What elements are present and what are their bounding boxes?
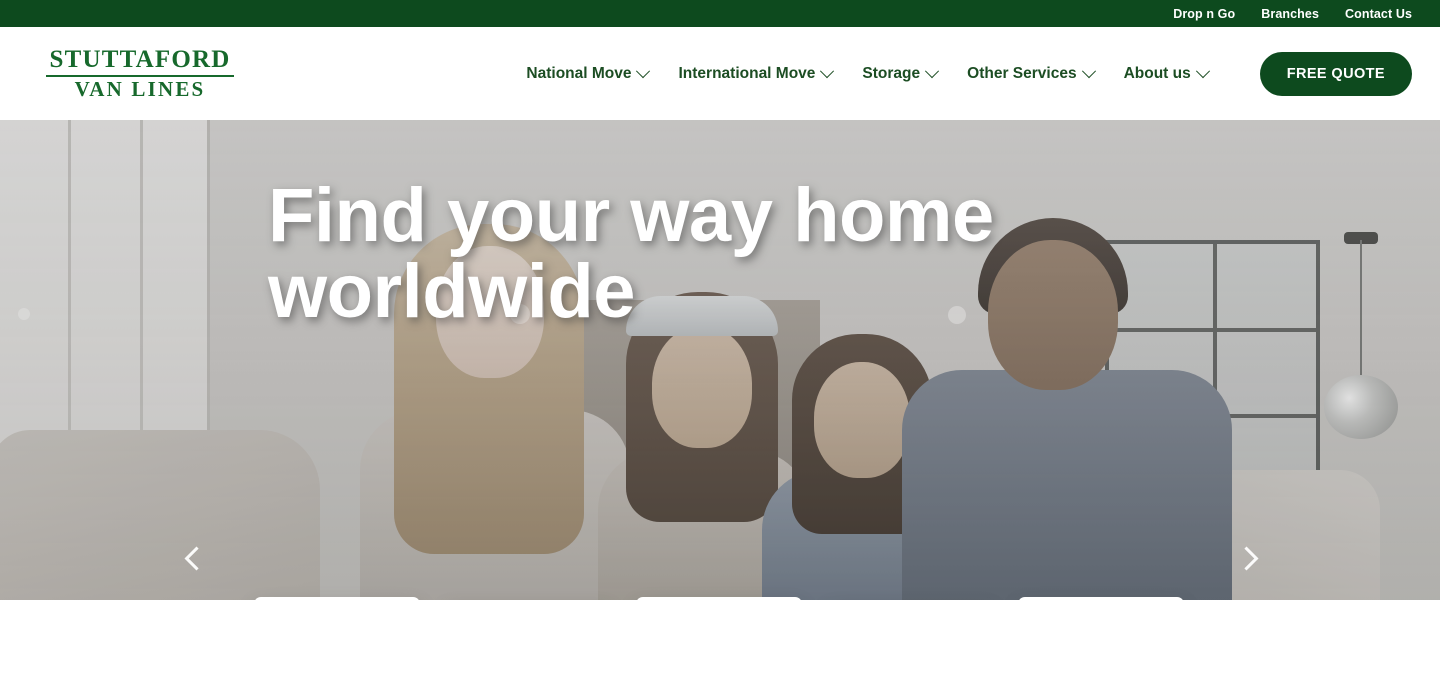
service-card-fine-art-packing[interactable]: Fine Art Packing [1018, 597, 1184, 600]
nav-item-international-move[interactable]: International Move [678, 63, 835, 83]
nav-label: National Move [526, 64, 632, 82]
topbar-link-contact-us[interactable]: Contact Us [1345, 7, 1412, 21]
logo[interactable]: STUTTAFORD VAN LINES [42, 47, 238, 100]
hero-title: Find your way home worldwide [268, 173, 994, 334]
chevron-down-icon [820, 63, 835, 78]
service-card-drop-n-go[interactable]: Drop n Go [254, 597, 420, 600]
nav-item-national-move[interactable]: National Move [526, 63, 651, 83]
chevron-down-icon [636, 63, 651, 78]
main-navigation: National Move International Move Storage… [526, 51, 1412, 96]
logo-line-2: VAN LINES [74, 77, 206, 101]
nav-item-storage[interactable]: Storage [862, 63, 940, 83]
site-header: STUTTAFORD VAN LINES National Move Inter… [0, 27, 1440, 120]
chevron-down-icon [1195, 63, 1210, 78]
topbar-link-drop-n-go[interactable]: Drop n Go [1173, 7, 1235, 21]
service-card-carousel: Drop n Go National Move [0, 597, 1440, 600]
hero-bokeh-dot [18, 308, 30, 320]
chevron-down-icon [925, 63, 940, 78]
nav-label: Storage [862, 64, 921, 82]
carousel-next-arrow-icon[interactable] [1232, 544, 1262, 574]
carousel-prev-arrow-icon[interactable] [182, 544, 212, 574]
topbar-link-branches[interactable]: Branches [1261, 7, 1319, 21]
chevron-down-icon [1081, 63, 1096, 78]
service-card-international-move[interactable]: International Move [636, 597, 802, 600]
free-quote-button[interactable]: FREE QUOTE [1259, 51, 1412, 96]
utility-bar: Drop n Go Branches Contact Us [0, 0, 1440, 27]
hero-section: Find your way home worldwide Drop n Go [0, 120, 1440, 600]
nav-label: About us [1123, 64, 1191, 82]
nav-label: Other Services [967, 64, 1077, 82]
nav-label: International Move [678, 64, 816, 82]
logo-line-1: STUTTAFORD [49, 46, 231, 73]
nav-item-other-services[interactable]: Other Services [967, 63, 1096, 83]
nav-item-about-us[interactable]: About us [1123, 63, 1210, 83]
